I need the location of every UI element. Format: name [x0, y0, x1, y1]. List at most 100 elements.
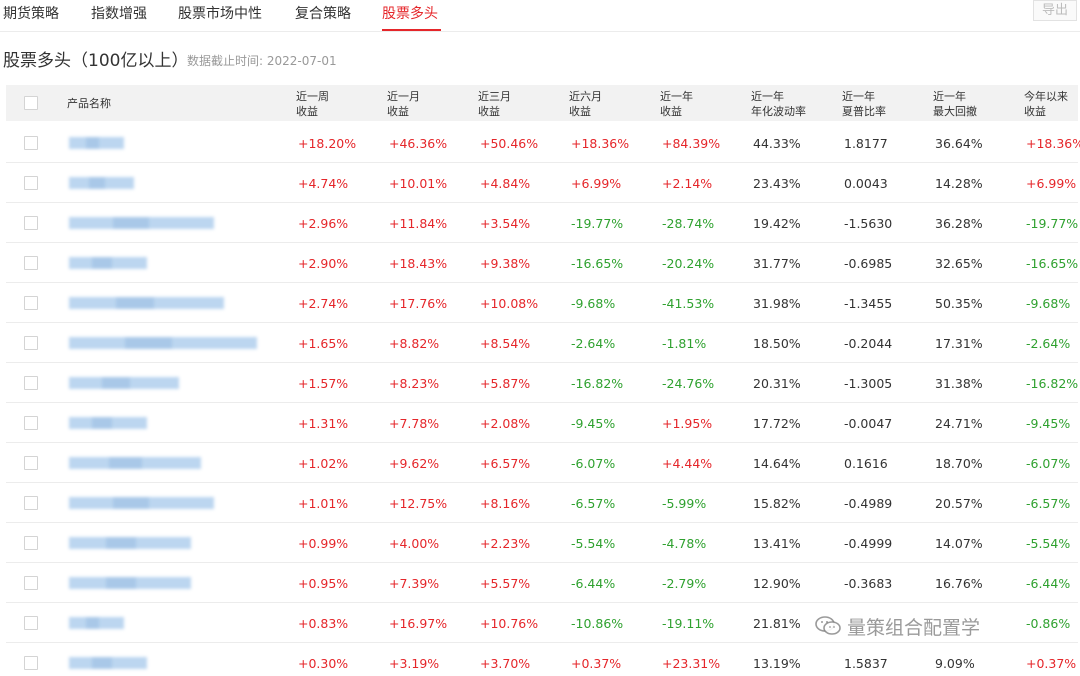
cell-3month-return: +3.54% — [480, 216, 531, 231]
row-checkbox[interactable] — [24, 536, 38, 550]
product-name-redacted[interactable] — [69, 577, 191, 589]
row-checkbox[interactable] — [24, 616, 38, 630]
table-row[interactable]: +1.02% +9.62% +6.57% -6.07% +4.44% 14.64% 0.16… — [6, 443, 1078, 483]
cell-6month-return: -6.07% — [571, 456, 616, 471]
cell-ytd-return: -0.86% — [1026, 616, 1071, 631]
table-row[interactable]: +2.96% +11.84% +3.54% -19.77% -28.74% 19.42% -… — [6, 203, 1078, 243]
table-row[interactable]: +1.31% +7.78% +2.08% -9.45% +1.95% 17.72% -0.0… — [6, 403, 1078, 443]
cell-week-return: +1.01% — [298, 496, 349, 511]
tab-stock-long[interactable]: 股票多头 — [382, 3, 438, 23]
table-row[interactable]: +2.90% +18.43% +9.38% -16.65% -20.24% 31.77% -… — [6, 243, 1078, 283]
table-row[interactable]: +18.20% +46.36% +50.46% +18.36% +84.39% 44.33… — [6, 123, 1080, 163]
cell-year-return: -41.53% — [662, 296, 715, 311]
table-row[interactable]: +4.74% +10.01% +4.84% +6.99% +2.14% 23.43% 0.0… — [6, 163, 1078, 203]
tab-market-neutral[interactable]: 股票市场中性 — [178, 3, 262, 23]
product-name-redacted[interactable] — [69, 497, 214, 509]
header-3month-return[interactable]: 近三月 收益 — [478, 89, 511, 119]
table-row[interactable]: +1.57% +8.23% +5.87% -16.82% -24.76% 20.31% -1… — [6, 363, 1078, 403]
cell-year-sharpe: 1.5837 — [844, 656, 888, 671]
row-checkbox[interactable] — [24, 656, 38, 670]
header-ytd-return[interactable]: 今年以来 收益 — [1024, 89, 1068, 119]
cell-year-max-drawdown: 32.65% — [935, 256, 983, 271]
header-year-return[interactable]: 近一年 收益 — [660, 89, 693, 119]
cell-year-volatility: 19.42% — [753, 216, 801, 231]
cell-year-max-drawdown: 31.38% — [935, 376, 983, 391]
product-name-redacted[interactable] — [69, 417, 147, 429]
product-name-redacted[interactable] — [69, 177, 134, 189]
table-row[interactable]: +1.65% +8.82% +8.54% -2.64% -1.81% 18.50% -0.2… — [6, 323, 1078, 363]
table-row[interactable]: +1.01% +12.75% +8.16% -6.57% -5.99% 15.82% -0.… — [6, 483, 1078, 523]
cell-year-volatility: 15.82% — [753, 496, 801, 511]
product-name-redacted[interactable] — [69, 457, 201, 469]
tab-composite-strategy[interactable]: 复合策略 — [295, 3, 351, 23]
row-checkbox[interactable] — [24, 576, 38, 590]
cell-year-max-drawdown: 50.35% — [935, 296, 983, 311]
product-name-redacted[interactable] — [69, 137, 124, 149]
header-month-return[interactable]: 近一月 收益 — [387, 89, 420, 119]
row-checkbox[interactable] — [24, 256, 38, 270]
wechat-icon — [815, 616, 841, 635]
product-name-redacted[interactable] — [69, 337, 257, 349]
cell-week-return: +1.31% — [298, 416, 349, 431]
row-checkbox[interactable] — [24, 296, 38, 310]
row-checkbox[interactable] — [24, 416, 38, 430]
cell-year-sharpe: -0.3683 — [844, 576, 893, 591]
select-all-checkbox[interactable] — [24, 96, 38, 110]
row-checkbox[interactable] — [24, 456, 38, 470]
cell-year-return: -1.81% — [662, 336, 707, 351]
table-header: 产品名称 近一周 收益 近一月 收益 近三月 收益 近六月 收益 近一年 收益 近一年 年化… — [6, 85, 1078, 121]
cell-ytd-return: -9.45% — [1026, 416, 1071, 431]
cell-ytd-return: -2.64% — [1026, 336, 1071, 351]
tab-index-enhanced[interactable]: 指数增强 — [91, 3, 147, 23]
section-title: 股票多头（100亿以上） — [3, 51, 189, 71]
row-checkbox[interactable] — [24, 376, 38, 390]
header-year-volatility[interactable]: 近一年 年化波动率 — [751, 89, 806, 119]
cell-year-max-drawdown: 14.07% — [935, 536, 983, 551]
cell-year-return: -20.24% — [662, 256, 715, 271]
header-product-name[interactable]: 产品名称 — [67, 96, 111, 111]
header-6month-return[interactable]: 近六月 收益 — [569, 89, 602, 119]
row-checkbox[interactable] — [24, 176, 38, 190]
cell-year-volatility: 44.33% — [753, 136, 801, 151]
table-row[interactable]: +0.95% +7.39% +5.57% -6.44% -2.79% 12.90% -0.3… — [6, 563, 1078, 603]
cell-year-sharpe: 0.0043 — [844, 176, 888, 191]
cell-year-volatility: 13.19% — [753, 656, 801, 671]
header-year-max-drawdown[interactable]: 近一年 最大回撤 — [933, 89, 977, 119]
cell-week-return: +0.95% — [298, 576, 349, 591]
table-row[interactable]: +2.74% +17.76% +10.08% -9.68% -41.53% 31.98% -… — [6, 283, 1078, 323]
table-row[interactable]: +0.99% +4.00% +2.23% -5.54% -4.78% 13.41% -0.4… — [6, 523, 1078, 563]
product-name-redacted[interactable] — [69, 217, 214, 229]
row-checkbox[interactable] — [24, 496, 38, 510]
cell-year-volatility: 18.50% — [753, 336, 801, 351]
row-checkbox[interactable] — [24, 216, 38, 230]
row-checkbox[interactable] — [24, 336, 38, 350]
header-year-sharpe[interactable]: 近一年 夏普比率 — [842, 89, 886, 119]
cell-week-return: +2.74% — [298, 296, 349, 311]
cell-year-return: +23.31% — [662, 656, 721, 671]
cell-3month-return: +50.46% — [480, 136, 539, 151]
cell-3month-return: +6.57% — [480, 456, 531, 471]
product-name-redacted[interactable] — [69, 377, 179, 389]
product-name-redacted[interactable] — [69, 297, 224, 309]
cell-year-max-drawdown: 18.70% — [935, 456, 983, 471]
cell-3month-return: +8.54% — [480, 336, 531, 351]
cell-year-max-drawdown: 24.71% — [935, 416, 983, 431]
product-name-redacted[interactable] — [69, 257, 147, 269]
cell-ytd-return: -19.77% — [1026, 216, 1079, 231]
product-name-redacted[interactable] — [69, 657, 147, 669]
header-week-return[interactable]: 近一周 收益 — [296, 89, 329, 119]
table-row[interactable]: +0.30% +3.19% +3.70% +0.37% +23.31% 13.19% 1.5… — [6, 643, 1078, 676]
cell-week-return: +1.57% — [298, 376, 349, 391]
cell-ytd-return: -6.44% — [1026, 576, 1071, 591]
cell-year-return: +1.95% — [662, 416, 713, 431]
cell-ytd-return: -9.68% — [1026, 296, 1071, 311]
cell-year-sharpe: -1.5630 — [844, 216, 893, 231]
export-button[interactable]: 导出 — [1033, 0, 1077, 21]
cell-6month-return: +18.36% — [571, 136, 630, 151]
product-name-redacted[interactable] — [69, 617, 124, 629]
cell-week-return: +2.96% — [298, 216, 349, 231]
row-checkbox[interactable] — [24, 136, 38, 150]
tab-futures-strategy[interactable]: 期货策略 — [3, 3, 59, 23]
cell-week-return: +0.99% — [298, 536, 349, 551]
product-name-redacted[interactable] — [69, 537, 191, 549]
